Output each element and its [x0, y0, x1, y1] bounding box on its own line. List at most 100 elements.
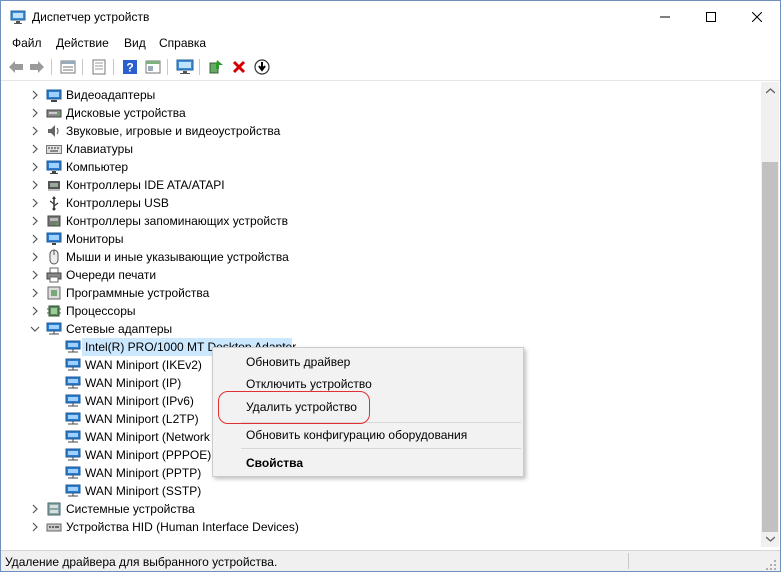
menu-properties[interactable]: Свойства [246, 455, 303, 471]
device-tree[interactable]: Видеоадаптеры Дисковые устройства Звуков… [2, 82, 761, 547]
menu-help[interactable]: Справка [159, 35, 206, 51]
network-adapter-icon [65, 412, 81, 425]
close-button[interactable] [734, 1, 780, 32]
tree-item-label: WAN Miniport (IKEv2) [85, 358, 202, 372]
back-icon [9, 61, 23, 73]
tree-item-disk-drives[interactable]: Дисковые устройства [2, 104, 761, 122]
tree-item-software-devices[interactable]: Программные устройства [2, 284, 761, 302]
chevron-up-icon [765, 87, 775, 93]
menu-separator [241, 448, 521, 449]
tree-item-keyboards[interactable]: Клавиатуры [2, 140, 761, 158]
minimize-icon [660, 16, 670, 17]
chevron-right-icon[interactable] [30, 89, 40, 101]
tree-item-print-queues[interactable]: Очереди печати [2, 266, 761, 284]
chevron-right-icon[interactable] [30, 179, 40, 191]
svg-text:?: ? [126, 61, 133, 75]
usb-icon [49, 196, 59, 211]
scan-hardware-button[interactable] [175, 58, 195, 76]
tree-item-storage-controllers[interactable]: Контроллеры запоминающих устройств [2, 212, 761, 230]
network-adapter-icon [65, 484, 81, 497]
tree-item-mice[interactable]: Мыши и иные указывающие устройства [2, 248, 761, 266]
chevron-right-icon[interactable] [30, 521, 40, 533]
maximize-button[interactable] [688, 1, 734, 32]
tree-item-label: WAN Miniport (L2TP) [85, 412, 199, 426]
menu-view[interactable]: Вид [124, 35, 146, 51]
chevron-right-icon[interactable] [30, 269, 40, 281]
chevron-right-icon[interactable] [30, 197, 40, 209]
chevron-right-icon[interactable] [30, 125, 40, 137]
status-divider [628, 553, 629, 569]
tree-item-hid-devices[interactable]: Устройства HID (Human Interface Devices) [2, 518, 761, 536]
tree-item-processors[interactable]: Процессоры [2, 302, 761, 320]
close-icon [752, 11, 762, 22]
help-button[interactable]: ? [120, 58, 140, 76]
menu-disable-device[interactable]: Отключить устройство [246, 376, 372, 392]
tree-item-usb-controllers[interactable]: Контроллеры USB [2, 194, 761, 212]
status-bar: Удаление драйвера для выбранного устройс… [1, 550, 780, 571]
tree-item-label: Клавиатуры [66, 142, 133, 156]
chevron-right-icon[interactable] [30, 215, 40, 227]
maximize-icon [706, 11, 716, 22]
processor-icon [47, 305, 61, 317]
menu-scan-hardware[interactable]: Обновить конфигурацию оборудования [246, 427, 467, 443]
tree-item-network-adapters[interactable]: Сетевые адаптеры [2, 320, 761, 338]
menu-action[interactable]: Действие [56, 35, 109, 51]
tree-item-label: Очереди печати [66, 268, 157, 282]
show-hidden-button[interactable] [89, 58, 109, 76]
annotation-highlight-ring [218, 391, 370, 424]
resize-grip-icon[interactable] [765, 559, 777, 571]
update-driver-button[interactable] [206, 58, 226, 76]
chevron-right-icon[interactable] [30, 161, 40, 173]
window-title: Диспетчер устройств [32, 10, 150, 24]
tree-item-ide-controllers[interactable]: Контроллеры IDE ATA/ATAPI [2, 176, 761, 194]
tree-item-label: WAN Miniport (IP) [85, 376, 182, 390]
chevron-right-icon[interactable] [30, 287, 40, 299]
computer-view-icon [145, 60, 161, 74]
chevron-right-icon[interactable] [30, 305, 40, 317]
menu-file[interactable]: Файл [12, 35, 42, 51]
forward-icon [30, 61, 44, 73]
computer-view-button[interactable] [143, 58, 163, 76]
title-bar[interactable]: Диспетчер устройств [1, 1, 780, 32]
download-icon [254, 59, 270, 75]
menu-update-driver[interactable]: Обновить драйвер [246, 354, 350, 370]
chevron-right-icon[interactable] [30, 143, 40, 155]
mouse-icon [49, 249, 59, 265]
scroll-down-button[interactable] [761, 530, 779, 547]
display-adapter-icon [46, 89, 62, 102]
tree-item-label: Компьютер [66, 160, 129, 174]
show-hidden-icon [92, 59, 106, 75]
chevron-right-icon[interactable] [30, 107, 40, 119]
tree-item-label: Мониторы [66, 232, 124, 246]
tree-item-video-adapters[interactable]: Видеоадаптеры [2, 86, 761, 104]
forward-button[interactable] [27, 58, 47, 76]
tree-item-label: Программные устройства [66, 286, 210, 300]
monitor-icon [176, 59, 194, 74]
tree-item-label: Процессоры [66, 304, 136, 318]
tree-item-sound-devices[interactable]: Звуковые, игровые и видеоустройства [2, 122, 761, 140]
chevron-right-icon[interactable] [30, 251, 40, 263]
network-adapter-icon [65, 358, 81, 371]
tree-item-wan-sstp[interactable]: WAN Miniport (SSTP) [2, 482, 761, 500]
tree-item-computer[interactable]: Компьютер [2, 158, 761, 176]
show-tree-button[interactable] [58, 58, 78, 76]
chevron-right-icon[interactable] [30, 503, 40, 515]
chevron-right-icon[interactable] [30, 233, 40, 245]
back-button[interactable] [6, 58, 26, 76]
network-adapter-icon [65, 394, 81, 407]
download-button[interactable] [252, 58, 272, 76]
chevron-down-icon[interactable] [30, 323, 40, 335]
delete-device-button[interactable] [229, 58, 249, 76]
tree-item-label: Системные устройства [66, 502, 195, 516]
scroll-up-button[interactable] [761, 82, 779, 99]
scroll-thumb[interactable] [762, 162, 778, 532]
toolbar-separator [199, 59, 200, 75]
disk-drive-icon [46, 109, 62, 118]
vertical-scrollbar[interactable] [761, 82, 779, 547]
minimize-button[interactable] [642, 1, 688, 32]
tree-item-system-devices[interactable]: Системные устройства [2, 500, 761, 518]
system-device-icon [47, 502, 61, 516]
properties-icon [60, 60, 76, 74]
keyboard-icon [46, 145, 62, 154]
tree-item-monitors[interactable]: Мониторы [2, 230, 761, 248]
